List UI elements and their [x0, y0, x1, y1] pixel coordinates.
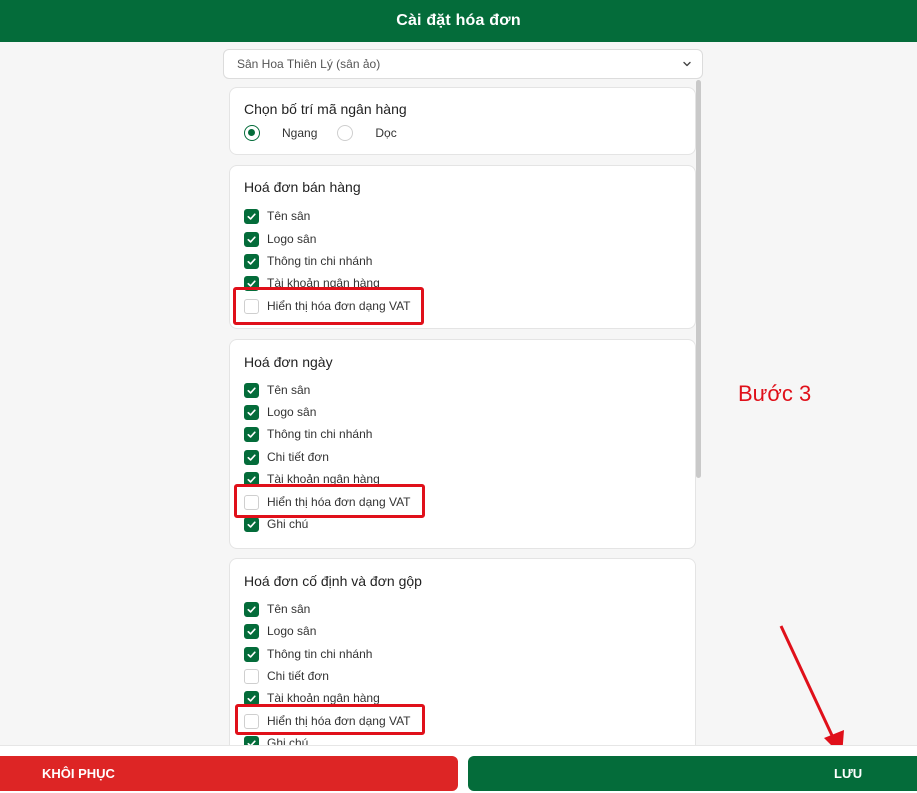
daily-invoice-card: Hoá đơn ngày Tên sân Logo sân Thông tin …: [229, 339, 696, 549]
checkbox-checked[interactable]: [244, 646, 259, 662]
card-title: Hoá đơn cố định và đơn gộp: [244, 573, 422, 589]
checkbox-row[interactable]: Tên sân: [244, 601, 310, 617]
card-title: Chọn bố trí mã ngân hàng: [244, 101, 407, 117]
checkbox-label: Logo sân: [267, 405, 317, 419]
checkbox-row[interactable]: Chi tiết đơn: [244, 449, 329, 465]
highlight-box: [233, 287, 424, 325]
venue-select[interactable]: Sân Hoa Thiên Lý (sân ảo): [223, 49, 703, 79]
checkbox-checked[interactable]: [244, 404, 259, 420]
radio-label: Ngang: [282, 126, 318, 140]
checkbox-label: Tên sân: [267, 602, 311, 616]
checkbox-label: Thông tin chi nhánh: [267, 427, 373, 441]
fixed-invoice-card: Hoá đơn cố định và đơn gộp Tên sân Logo …: [229, 558, 696, 745]
check-icon: [247, 739, 256, 745]
checkbox-label: Tài khoản ngân hàng: [267, 691, 380, 705]
footer-bar: KHÔI PHỤC LƯU: [0, 745, 917, 793]
checkbox-checked[interactable]: [244, 623, 259, 639]
checkbox-row[interactable]: Ghi chú: [244, 735, 308, 745]
radio-doc[interactable]: [337, 125, 354, 141]
check-icon: [247, 257, 256, 265]
checkbox-checked[interactable]: [244, 382, 259, 398]
check-icon: [247, 408, 256, 416]
step-annotation: Bước 3: [738, 381, 812, 406]
app-header: Cài đặt hóa đơn: [0, 0, 917, 42]
checkbox-label: Chi tiết đơn: [267, 450, 329, 464]
checkbox-checked[interactable]: [244, 208, 259, 224]
save-button[interactable]: LƯU: [468, 756, 917, 791]
check-icon: [247, 212, 256, 220]
radio-ngang[interactable]: [244, 125, 260, 141]
checkbox-row[interactable]: Logo sân: [244, 231, 316, 247]
checkbox-checked[interactable]: [244, 253, 259, 269]
checkbox-label: Tên sân: [267, 209, 311, 223]
sales-invoice-card: Hoá đơn bán hàng Tên sân Logo sân Thông …: [229, 165, 696, 329]
radio-label: Dọc: [375, 126, 397, 140]
check-icon: [247, 520, 256, 528]
checkbox-row[interactable]: Thông tin chi nhánh: [244, 426, 372, 442]
checkbox-checked[interactable]: [244, 516, 259, 532]
venue-select-value: Sân Hoa Thiên Lý (sân ảo): [237, 57, 381, 71]
checkbox-row[interactable]: Ghi chú: [244, 516, 308, 532]
checkbox-label: Tên sân: [267, 383, 311, 397]
checkbox-row[interactable]: Logo sân: [244, 404, 316, 420]
checkbox-row[interactable]: Chi tiết đơn: [244, 668, 329, 684]
checkbox-checked[interactable]: [244, 426, 259, 442]
checkbox-row[interactable]: Tên sân: [244, 208, 310, 224]
bank-layout-radio-group: Ngang Dọc: [244, 125, 417, 141]
arrow-icon: [779, 625, 844, 756]
checkbox-checked[interactable]: [244, 231, 259, 247]
checkbox-row[interactable]: Tên sân: [244, 382, 310, 398]
checkbox-checked[interactable]: [244, 735, 259, 745]
check-icon: [247, 627, 256, 635]
page-title: Cài đặt hóa đơn: [396, 12, 521, 29]
checkbox-checked[interactable]: [244, 601, 259, 617]
check-icon: [247, 235, 256, 243]
checkbox-label: Ghi chú: [267, 736, 309, 745]
checkbox-row[interactable]: Thông tin chi nhánh: [244, 646, 372, 662]
checkbox-label: Thông tin chi nhánh: [267, 254, 373, 268]
highlight-box: [235, 704, 425, 735]
checkbox-label: Chi tiết đơn: [267, 669, 329, 683]
check-icon: [247, 386, 256, 394]
check-icon: [247, 650, 256, 658]
check-icon: [247, 430, 256, 438]
check-icon: [247, 453, 256, 461]
checkbox-unchecked[interactable]: [244, 668, 259, 684]
check-icon: [247, 475, 256, 483]
chevron-down-icon: [683, 61, 691, 67]
bank-layout-card: Chọn bố trí mã ngân hàng Ngang Dọc: [229, 87, 696, 155]
check-icon: [247, 605, 256, 613]
settings-scroll-area[interactable]: Chọn bố trí mã ngân hàng Ngang Dọc Hoá đ…: [223, 80, 703, 745]
highlight-box: [234, 484, 425, 518]
card-title: Hoá đơn ngày: [244, 354, 333, 370]
checkbox-label: Logo sân: [267, 232, 317, 246]
checkbox-row[interactable]: Thông tin chi nhánh: [244, 253, 372, 269]
checkbox-label: Logo sân: [267, 624, 317, 638]
restore-button[interactable]: KHÔI PHỤC: [0, 756, 458, 791]
checkbox-label: Ghi chú: [267, 517, 309, 531]
checkbox-checked[interactable]: [244, 449, 259, 465]
card-title: Hoá đơn bán hàng: [244, 179, 361, 195]
checkbox-label: Thông tin chi nhánh: [267, 647, 373, 661]
checkbox-row[interactable]: Logo sân: [244, 623, 316, 639]
check-icon: [247, 694, 256, 702]
